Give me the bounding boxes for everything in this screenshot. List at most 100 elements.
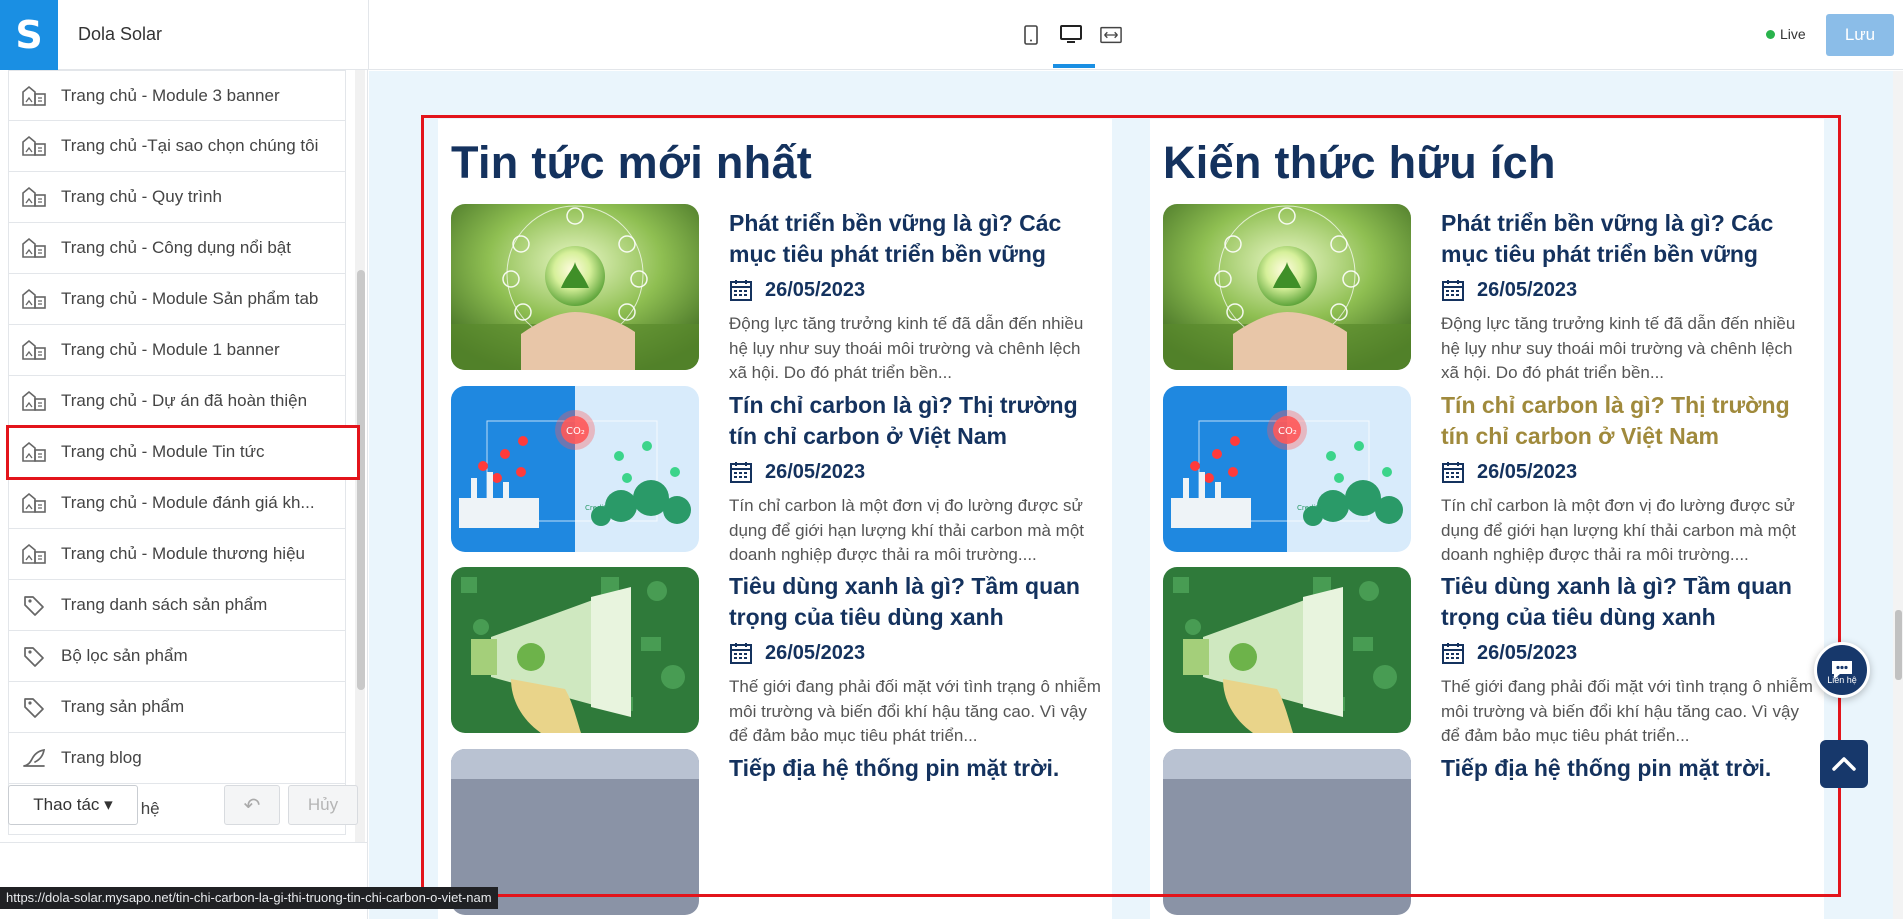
layout-icon: [21, 134, 47, 158]
mobile-view-icon[interactable]: [1020, 20, 1042, 50]
sidebar-scrollbar-thumb[interactable]: [357, 270, 365, 690]
live-dot-icon: [1766, 29, 1775, 39]
article-card[interactable]: Tiêu dùng xanh là gì? Tầm quan trọng của…: [1163, 567, 1813, 745]
logo-letter: S: [15, 13, 43, 57]
article-excerpt: Thế giới đang phải đối mặt với tình trạn…: [1441, 677, 1813, 745]
preview-scrollbar-thumb[interactable]: [1895, 610, 1902, 680]
save-button[interactable]: Lưu: [1826, 14, 1894, 56]
article-date: 26/05/2023: [1441, 278, 1577, 302]
sidebar-item[interactable]: Trang chủ - Module 1 banner: [8, 325, 346, 376]
sidebar-item[interactable]: Trang chủ - Công dụng nổi bật: [8, 223, 346, 274]
sidebar-item[interactable]: Trang chủ - Module đánh giá kh...: [8, 478, 346, 529]
article-date: 26/05/2023: [729, 460, 865, 484]
sidebar-item[interactable]: Trang chủ - Module Sản phẩm tab: [8, 274, 346, 325]
article-excerpt: Động lực tăng trưởng kinh tế đã dẫn đến …: [1441, 314, 1796, 382]
svg-text:CO₂: CO₂: [1278, 426, 1297, 437]
sidebar-item-label: Trang chủ - Dự án đã hoàn thiện: [61, 391, 308, 410]
article-title[interactable]: Tiêu dùng xanh là gì? Tầm quan trọng của…: [1441, 571, 1813, 633]
calendar-icon: [1442, 280, 1464, 301]
status-url-bar: https://dola-solar.mysapo.net/tin-chi-ca…: [0, 887, 498, 909]
article-thumbnail[interactable]: [451, 567, 699, 733]
article-thumbnail[interactable]: CO₂ Credits: [451, 386, 699, 552]
article-card[interactable]: CO₂ Credits Tín chỉ carbon là gì? Thị trườ…: [1163, 386, 1813, 564]
article-thumbnail[interactable]: [1163, 567, 1411, 733]
sidebar-item-label: Trang chủ - Module 1 banner: [61, 340, 280, 359]
article-title[interactable]: Tiếp địa hệ thống pin mặt trời.: [729, 753, 1101, 784]
sidebar-item[interactable]: Trang chủ - Dự án đã hoàn thiện: [8, 376, 346, 427]
tag-icon: [21, 593, 47, 617]
tag-icon: [21, 644, 47, 668]
news-heading: Tin tức mới nhất: [451, 137, 813, 188]
actions-label: Thao tác: [33, 795, 100, 814]
sidebar-item[interactable]: Trang chủ - Module 3 banner: [8, 70, 346, 121]
svg-text:Credits: Credits: [585, 504, 610, 512]
calendar-icon: [730, 280, 752, 301]
app-name: Dola Solar: [78, 24, 163, 44]
desktop-view-icon[interactable]: [1060, 20, 1082, 50]
article-excerpt: Thế giới đang phải đối mặt với tình trạn…: [729, 677, 1101, 745]
sidebar-item[interactable]: Trang blog: [8, 733, 346, 784]
blog-icon: [21, 746, 47, 770]
article-date-text: 26/05/2023: [765, 641, 866, 664]
sidebar-item[interactable]: Trang chủ - Module thương hiệu: [8, 529, 346, 580]
knowledge-heading: Kiến thức hữu ích: [1163, 137, 1556, 188]
live-status: Live: [1766, 26, 1806, 42]
topbar-divider: [368, 0, 369, 70]
layout-icon: [21, 185, 47, 209]
sidebar-item-label: Trang blog: [61, 748, 142, 767]
sidebar-item[interactable]: Trang chủ -Tại sao chọn chúng tôi: [8, 121, 346, 172]
article-thumbnail[interactable]: [1163, 749, 1411, 915]
article-thumbnail[interactable]: [451, 204, 699, 370]
tag-icon: [21, 695, 47, 719]
calendar-icon: [730, 462, 752, 483]
article-date: 26/05/2023: [729, 641, 865, 665]
layout-icon: [21, 236, 47, 260]
article-title[interactable]: Tiêu dùng xanh là gì? Tầm quan trọng của…: [729, 571, 1101, 633]
sidebar-item-label: Trang chủ - Module 3 banner: [61, 85, 280, 105]
article-thumbnail[interactable]: [1163, 204, 1411, 370]
sidebar-item[interactable]: Trang danh sách sản phẩm: [8, 580, 346, 631]
article-date: 26/05/2023: [1441, 460, 1577, 484]
article-title[interactable]: Tiếp địa hệ thống pin mặt trời.: [1441, 753, 1813, 784]
fullwidth-view-icon[interactable]: [1100, 20, 1122, 50]
news-column: Tin tức mới nhất Phát triển bền vững là …: [438, 119, 1112, 919]
layout-icon: [21, 440, 47, 464]
actions-dropdown[interactable]: Thao tác ▾: [8, 785, 138, 825]
article-thumbnail[interactable]: CO₂ Credits: [1163, 386, 1411, 552]
article-date-text: 26/05/2023: [765, 278, 866, 301]
sidebar-item[interactable]: Trang sản phẩm: [8, 682, 346, 733]
article-title[interactable]: Tín chỉ carbon là gì? Thị trường tín chỉ…: [729, 390, 1101, 452]
sidebar-item[interactable]: Bộ lọc sản phẩm: [8, 631, 346, 682]
chat-button[interactable]: Liên hệ: [1814, 642, 1870, 698]
svg-text:CO₂: CO₂: [566, 426, 585, 437]
cancel-button[interactable]: Hủy: [288, 785, 358, 825]
sidebar-item[interactable]: Trang chủ - Module Tin tức: [6, 425, 360, 480]
undo-button[interactable]: ↶: [224, 785, 280, 825]
article-card[interactable]: Tiêu dùng xanh là gì? Tầm quan trọng của…: [451, 567, 1101, 745]
sidebar-item-label: Trang chủ - Module đánh giá kh...: [61, 493, 315, 512]
undo-icon: ↶: [243, 794, 261, 817]
article-title[interactable]: Tín chỉ carbon là gì? Thị trường tín chỉ…: [1441, 390, 1813, 452]
live-label: Live: [1780, 26, 1806, 42]
calendar-icon: [1442, 462, 1464, 483]
article-card[interactable]: CO₂ Credits Tín chỉ carbon là gì? Thị trườ…: [451, 386, 1101, 564]
article-date-text: 26/05/2023: [1477, 641, 1578, 664]
preview-scrollbar-track[interactable]: [1893, 71, 1903, 919]
article-title[interactable]: Phát triển bền vững là gì? Các mục tiêu …: [729, 208, 1101, 270]
sidebar-item-label: Trang chủ - Công dụng nổi bật: [61, 238, 291, 257]
device-switcher: [1020, 20, 1122, 50]
app-logo[interactable]: S: [0, 0, 58, 70]
article-card[interactable]: Tiếp địa hệ thống pin mặt trời.: [451, 749, 1101, 919]
article-excerpt: Tín chỉ carbon là một đơn vị đo lường đư…: [729, 496, 1084, 564]
sidebar-item[interactable]: Trang chủ - Quy trình: [8, 172, 346, 223]
active-device-indicator: [1053, 64, 1095, 68]
sidebar-item-label: Trang chủ - Quy trình: [61, 187, 222, 206]
article-card[interactable]: Phát triển bền vững là gì? Các mục tiêu …: [1163, 204, 1813, 382]
article-card[interactable]: Tiếp địa hệ thống pin mặt trời.: [1163, 749, 1813, 919]
article-date-text: 26/05/2023: [765, 460, 866, 483]
back-to-top-button[interactable]: [1820, 740, 1868, 788]
article-card[interactable]: Phát triển bền vững là gì? Các mục tiêu …: [451, 204, 1101, 382]
layout-icon: [21, 542, 47, 566]
article-title[interactable]: Phát triển bền vững là gì? Các mục tiêu …: [1441, 208, 1813, 270]
sidebar-item-label: Trang chủ -Tại sao chọn chúng tôi: [61, 136, 319, 155]
